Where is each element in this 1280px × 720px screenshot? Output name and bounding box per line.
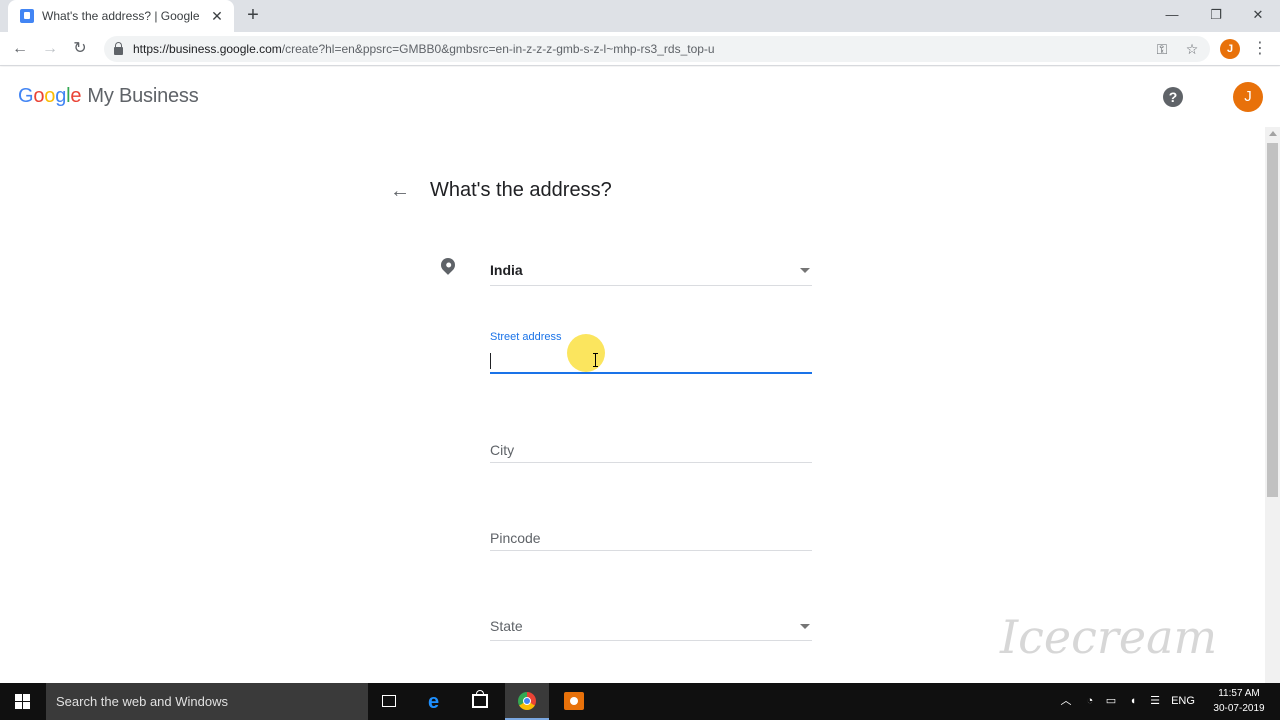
clock-date: 30-07-2019: [1213, 703, 1265, 714]
system-clock[interactable]: 11:57 AM 30-07-2019: [1204, 686, 1274, 716]
window-close-icon[interactable]: ✕: [1236, 0, 1280, 32]
city-underline: [490, 462, 812, 463]
ibeam-cursor-icon: [593, 353, 598, 367]
browser-toolbar: ← → ↻ https://business.google.com/create…: [0, 32, 1280, 66]
country-value: India: [490, 262, 523, 278]
city-input[interactable]: City: [490, 437, 812, 463]
windows-logo-icon: [15, 694, 30, 709]
taskbar-search-box[interactable]: Search the web and Windows: [46, 683, 368, 720]
street-address-input[interactable]: [490, 347, 812, 373]
bookmark-star-icon[interactable]: ☆: [1180, 37, 1204, 61]
pincode-input[interactable]: Pincode: [490, 525, 812, 551]
recorder-app-icon[interactable]: [552, 683, 596, 720]
address-bar[interactable]: https://business.google.com/create?hl=en…: [104, 36, 1210, 62]
start-button[interactable]: [0, 683, 46, 720]
google-my-business-favicon-icon: [20, 9, 34, 23]
key-icon[interactable]: ⚿: [1150, 37, 1174, 61]
minimize-icon[interactable]: —: [1150, 0, 1194, 32]
country-underline: [490, 285, 812, 286]
country-dropdown-arrow-icon[interactable]: [800, 268, 810, 273]
main-content: ← What's the address? India Street addre…: [0, 127, 1265, 683]
chrome-taskbar-icon[interactable]: [505, 683, 549, 720]
scroll-up-arrow-icon[interactable]: [1269, 131, 1277, 136]
edge-browser-icon[interactable]: e: [415, 683, 459, 720]
network-icon[interactable]: ◔: [1080, 683, 1100, 720]
google-my-business-logo[interactable]: Google My Business: [18, 85, 199, 108]
pincode-underline: [490, 550, 812, 551]
country-select[interactable]: India: [490, 257, 812, 286]
street-address-underline: [490, 372, 812, 374]
new-tab-plus-icon[interactable]: +: [243, 4, 263, 26]
lock-icon[interactable]: [114, 41, 123, 55]
input-language[interactable]: ENG: [1168, 683, 1198, 720]
back-icon[interactable]: ←: [8, 37, 32, 61]
volume-icon[interactable]: ◖: [1123, 683, 1143, 720]
tab-close-icon[interactable]: ✕: [210, 8, 224, 25]
url-text: https://business.google.com/create?hl=en…: [133, 42, 715, 56]
page-scrollbar[interactable]: [1265, 127, 1280, 683]
page-title: What's the address?: [430, 179, 612, 201]
location-pin-icon: [438, 255, 458, 275]
browser-tab-active[interactable]: What's the address? | Google My ✕: [8, 0, 234, 32]
state-underline: [490, 640, 812, 641]
reload-icon[interactable]: ↻: [68, 37, 92, 61]
battery-icon[interactable]: ▭: [1101, 683, 1121, 720]
action-center-icon[interactable]: ☰: [1145, 683, 1165, 720]
windows-taskbar: Search the web and Windows e ︿ ◔ ▭ ◖ ☰ E…: [0, 683, 1280, 720]
menu-kebab-icon[interactable]: ⋮: [1248, 37, 1272, 61]
state-select[interactable]: State: [490, 613, 812, 641]
text-cursor: [490, 353, 491, 369]
store-icon[interactable]: [459, 683, 503, 720]
account-avatar[interactable]: J: [1233, 82, 1263, 112]
scrollbar-thumb[interactable]: [1267, 143, 1278, 497]
street-address-label: Street address: [490, 331, 562, 343]
tab-title: What's the address? | Google My: [42, 9, 202, 23]
task-view-icon[interactable]: [368, 683, 412, 720]
state-dropdown-arrow-icon[interactable]: [800, 624, 810, 629]
browser-tab-strip: What's the address? | Google My ✕ + — ❐ …: [0, 0, 1280, 32]
cursor-highlight: [567, 334, 605, 372]
app-header: Google My Business: [0, 67, 1280, 127]
pincode-placeholder: Pincode: [490, 530, 541, 546]
clock-time: 11:57 AM: [1218, 688, 1260, 699]
tray-chevron-up-icon[interactable]: ︿: [1056, 683, 1076, 720]
browser-profile-avatar[interactable]: J: [1220, 39, 1240, 59]
restore-icon[interactable]: ❐: [1194, 0, 1238, 32]
help-icon[interactable]: ?: [1163, 87, 1183, 107]
forward-icon[interactable]: →: [38, 37, 62, 61]
state-placeholder: State: [490, 618, 523, 634]
city-placeholder: City: [490, 442, 515, 458]
back-arrow-icon[interactable]: ←: [390, 181, 410, 201]
